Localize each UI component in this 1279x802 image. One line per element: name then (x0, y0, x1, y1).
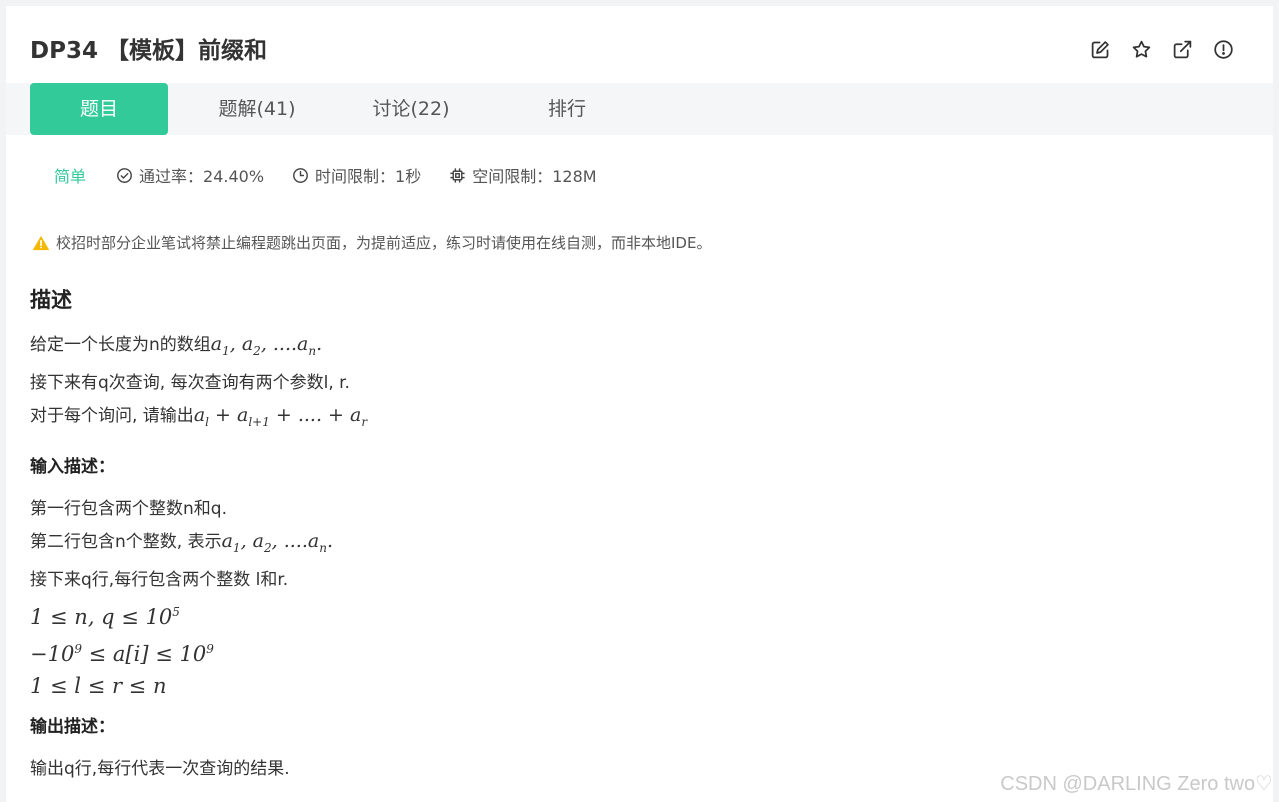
favorite-button[interactable] (1130, 38, 1153, 61)
output-line-1: 输出q行,每行代表一次查询的结果. (30, 759, 290, 779)
input-line-2: 第二行包含n个整数, 表示a1, a2, ....an. (30, 530, 333, 555)
edit-button[interactable] (1089, 38, 1112, 61)
title-actions (1089, 38, 1235, 61)
warning-icon (32, 235, 50, 250)
clock-icon (293, 167, 308, 183)
problem-card: DP34 【模板】前缀和 题目 题解(41) 讨论(22) 排行 简单 通过率：… (6, 6, 1273, 802)
constraint-3: 1 ≤ l ≤ r ≤ n (30, 673, 167, 698)
report-icon (1214, 40, 1233, 59)
edit-icon (1091, 41, 1109, 59)
description-line-2: 接下来有q次查询, 每次查询有两个参数l, r. (30, 372, 350, 393)
pass-rate: 通过率：24.40% (116, 163, 264, 187)
input-section: 输入描述： 第一行包含两个整数n和q. 第二行包含n个整数, 表示a1, a2,… (30, 452, 333, 702)
constraint-2: −109 ≤ a[i] ≤ 109 (30, 641, 214, 666)
space-limit-text: 空间限制：128M (472, 167, 597, 186)
star-icon (1132, 40, 1151, 58)
description-section: 描述 给定一个长度为n的数组a1, a2, ....an. 接下来有q次查询, … (30, 284, 367, 438)
chip-icon (450, 167, 465, 183)
share-button[interactable] (1171, 38, 1194, 61)
time-limit-text: 时间限制：1秒 (315, 167, 422, 186)
problem-meta: 简单 通过率：24.40% 时间限制：1秒 空间限制：128M (54, 162, 625, 188)
tab-discussion[interactable]: 讨论(22) (356, 83, 466, 135)
constraint-1: 1 ≤ n, q ≤ 105 (30, 604, 180, 629)
input-line-3: 接下来q行,每行包含两个整数 l和r. (30, 569, 289, 590)
exam-warning: 校招时部分企业笔试将禁止编程题跳出页面，为提前适应，练习时请使用在线自测，而非本… (32, 232, 711, 253)
difficulty-badge: 简单 (54, 167, 87, 186)
title-row: DP34 【模板】前缀和 (30, 34, 1253, 74)
tab-bar: 题目 题解(41) 讨论(22) 排行 (6, 83, 1273, 135)
pass-rate-text: 通过率：24.40% (139, 167, 265, 186)
warning-text: 校招时部分企业笔试将禁止编程题跳出页面，为提前适应，练习时请使用在线自测，而非本… (56, 234, 712, 252)
problem-title: DP34 【模板】前缀和 (30, 38, 267, 64)
tab-ranking[interactable]: 排行 (522, 83, 612, 135)
output-heading: 输出描述： (30, 717, 115, 737)
tab-problem[interactable]: 题目 (30, 83, 168, 135)
watermark: CSDN @DARLING Zero two♡ (1000, 773, 1273, 795)
tab-solutions[interactable]: 题解(41) (202, 83, 312, 135)
input-line-1: 第一行包含两个整数n和q. (30, 499, 227, 519)
output-section: 输出描述： 输出q行,每行代表一次查询的结果. (30, 712, 290, 785)
check-circle-icon (117, 167, 132, 183)
description-line-3: 对于每个询问, 请输出al + al+1 + .... + ar (30, 403, 368, 429)
share-icon (1173, 40, 1192, 59)
description-line-1: 给定一个长度为n的数组a1, a2, ....an. (30, 333, 323, 358)
input-heading: 输入描述： (30, 457, 115, 477)
time-limit: 时间限制：1秒 (292, 163, 421, 187)
description-heading: 描述 (30, 288, 72, 312)
report-button[interactable] (1212, 38, 1235, 61)
space-limit: 空间限制：128M (449, 163, 597, 187)
